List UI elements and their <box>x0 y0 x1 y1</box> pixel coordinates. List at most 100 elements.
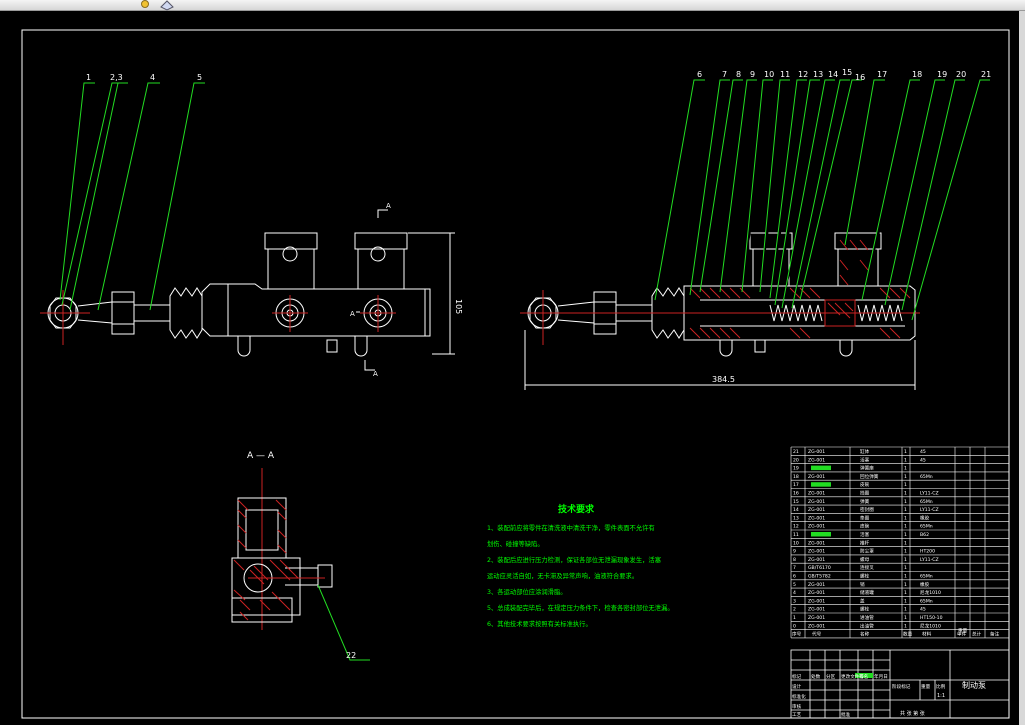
bom-row-material: 65Mn <box>920 524 933 530</box>
bom-row-qty: 1 <box>904 590 907 596</box>
front-view <box>47 232 431 357</box>
bom-row-material: 橡胶 <box>920 514 930 521</box>
length-dimension-label: 384.5 <box>712 375 735 384</box>
title-block-label: 审核 <box>792 703 802 710</box>
bom-row-no: 18 <box>793 474 799 480</box>
bom-row-no: 9 <box>793 549 796 555</box>
bom-row-qty: 1 <box>904 607 907 613</box>
bom-row-name: 皮碗 <box>860 481 870 488</box>
title-block-label: 阶段标记 <box>892 683 911 690</box>
bom-row-no: 20 <box>793 457 799 463</box>
bom-row-no: 11 <box>793 532 799 538</box>
bom-row-code: ZG-001 <box>808 623 825 629</box>
bom-row-no: 19 <box>793 466 799 472</box>
section-mark-mid: A <box>350 310 355 318</box>
bom-row-qty: 1 <box>904 582 907 588</box>
title-block-label: 工艺 <box>792 712 802 718</box>
balloon-6: 6 <box>697 70 702 79</box>
bom-row-no: 21 <box>793 449 799 455</box>
bom-row-name: 弹簧 <box>860 498 870 505</box>
bom-row-material: HT200 <box>920 549 935 555</box>
bom-row-qty: 1 <box>904 499 907 505</box>
tech-line: 6、其他技术要求按照有关标准执行。 <box>487 619 592 628</box>
bom-row-no: 16 <box>793 491 799 497</box>
bom-row-qty: 1 <box>904 598 907 604</box>
bom-row-qty: 1 <box>904 574 907 580</box>
bom-row-code: ZG-001 <box>808 474 825 480</box>
bom-row-code: ZG-001 <box>808 557 825 563</box>
section-mark-bottom: A <box>373 370 378 378</box>
bom-row-name: 螺栓 <box>860 573 870 580</box>
bom-row-name: 储液罐 <box>860 589 874 596</box>
bom-row-material: 45 <box>920 449 926 455</box>
drawing-scale: 1:1 <box>937 693 945 699</box>
bom-row-name: 挡圈 <box>860 490 870 497</box>
bom-row-code: ZG-001 <box>808 449 825 455</box>
balloon-19: 19 <box>937 70 947 79</box>
bom-row-code: ZG-001 <box>808 615 825 621</box>
cad-drawing: 105 A A A 1 2,3 4 5 384.5 6 7 8 9 10 11 … <box>21 29 1010 719</box>
bom-weight-label: 重量 <box>958 627 968 634</box>
bom-row-no: 7 <box>793 565 796 571</box>
title-block-label: 批准 <box>841 711 851 718</box>
bom-row-qty: 1 <box>904 482 907 488</box>
bom-row-material: 45 <box>920 607 926 613</box>
balloon-22: 22 <box>346 651 356 660</box>
bom-row-name: 进油管 <box>860 614 874 621</box>
bom-row-code: GB/T5782 <box>808 574 831 580</box>
tech-line: 1、装配前应将零件在清洗液中清洗干净，零件表面不允许有 <box>487 523 655 532</box>
section-aa-label: A — A <box>247 451 275 461</box>
bom-header-cell: 材料 <box>922 631 932 638</box>
bom-row-material: 65Mn <box>920 474 933 480</box>
tech-lines: 1、装配前应将零件在清洗液中清洗干净，零件表面不允许有 划伤、碰撞等缺陷。 2、… <box>487 523 674 628</box>
bom-row-qty: 1 <box>904 557 907 563</box>
bom-row-material: 45 <box>920 457 926 463</box>
bom-highlight <box>811 465 831 471</box>
bom-row-code: ZG-001 <box>808 582 825 588</box>
balloon-21: 21 <box>981 70 991 79</box>
title-block-label: 年月日 <box>874 673 888 680</box>
bom-row-name: 螺母 <box>860 556 870 563</box>
title-block-label: 签名 <box>859 673 868 680</box>
title-block-label: 标记 <box>792 673 802 680</box>
bom-highlight <box>811 482 831 487</box>
bom-row-material: B62 <box>920 532 929 538</box>
section-hatch <box>689 239 911 339</box>
balloon-15: 15 <box>842 68 852 77</box>
bom-row-qty: 1 <box>904 532 907 538</box>
tech-title: 技术要求 <box>558 503 595 515</box>
bom-row-name: 密封圈 <box>860 506 874 513</box>
bom-row-name: 防尘罩 <box>860 548 874 555</box>
bom-row-qty: 1 <box>904 549 907 555</box>
bom-row-no: 10 <box>793 540 799 546</box>
bom-row-name: 垫圈 <box>860 514 870 521</box>
balloon-1: 1 <box>86 73 91 82</box>
bom-row-code: ZG-001 <box>808 491 825 497</box>
section-mark-top: A <box>386 202 391 210</box>
title-block-label: 分区 <box>826 673 836 680</box>
bom-row-qty: 1 <box>904 615 907 621</box>
bom-row-name: 回位弹簧 <box>860 473 879 480</box>
bom-row-material: 尼龙1010 <box>920 589 941 596</box>
tech-line: 运动应灵活自如，无卡滞及异常声响，油液符合要求。 <box>487 571 638 580</box>
leader-22 <box>317 584 370 661</box>
bom-row-material: LY11-CZ <box>920 557 939 563</box>
bom-row-qty: 1 <box>904 457 907 463</box>
bom-row-no: 13 <box>793 515 799 521</box>
balloon-4: 4 <box>150 73 155 82</box>
bom-row-name: 出油管 <box>860 622 874 629</box>
bom-header-cell: 备注 <box>990 631 1000 638</box>
bom-header-cell: 总计 <box>972 631 982 638</box>
bom-row-name: 活塞 <box>860 456 870 463</box>
tech-line: 3、各运动部位应涂润滑脂。 <box>487 587 567 596</box>
bom-row-qty: 1 <box>904 540 907 546</box>
section-aa-hatch <box>233 499 299 621</box>
bom-header-cell: 代号 <box>812 631 822 638</box>
balloon-8: 8 <box>736 70 741 79</box>
bom-row-name: 连接叉 <box>860 564 874 571</box>
bom-row-material: 65Mn <box>920 598 933 604</box>
bom-row-material: 橡胶 <box>920 581 930 588</box>
title-block-label: 设计 <box>792 683 802 690</box>
tech-line: 划伤、碰撞等缺陷。 <box>487 539 544 548</box>
tech-line: 5、总成装配完毕后，在规定压力条件下，检查各密封部位无泄漏。 <box>487 603 674 612</box>
